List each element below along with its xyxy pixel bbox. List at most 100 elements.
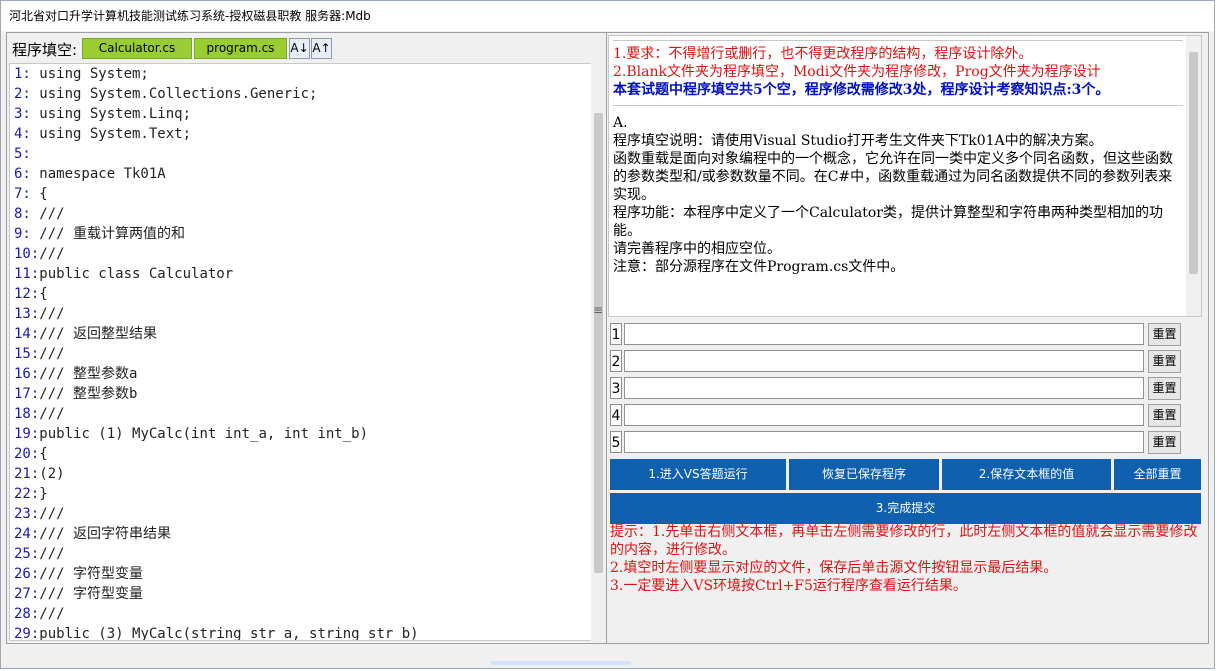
code-line[interactable]: 19:public (1) MyCalc(int int_a, int int_… — [10, 424, 591, 444]
blank-number: 4 — [610, 404, 622, 426]
instructions-scrollbar-thumb[interactable] — [1189, 52, 1198, 274]
line-number: 9: — [14, 226, 31, 242]
code-editor[interactable]: 1: using System; 2: using System.Collecti… — [9, 63, 592, 641]
code-line[interactable]: 18:/// — [10, 404, 591, 424]
code-text: public class Calculator — [39, 266, 234, 282]
reset-button-5[interactable]: 重置 — [1148, 431, 1181, 454]
code-text: { — [39, 446, 48, 462]
code-text: /// 字符型变量 — [39, 566, 144, 582]
line-number: 4: — [14, 126, 31, 142]
code-line[interactable]: 6: namespace Tk01A — [10, 164, 591, 184]
code-line[interactable]: 3: using System.Linq; — [10, 104, 591, 124]
code-text: /// 重载计算两值的和 — [30, 226, 186, 242]
reset-button-4[interactable]: 重置 — [1148, 404, 1181, 427]
line-number: 24: — [14, 526, 40, 542]
code-line[interactable]: 12:{ — [10, 284, 591, 304]
instructions-scrollbar[interactable] — [1186, 36, 1201, 316]
hints: 提示：1.先单击右侧文本框，再单击左侧需要修改的行，此时左侧文本框的值就会显示需… — [610, 523, 1202, 595]
code-text: } — [39, 486, 48, 502]
save-values-button[interactable]: 2.保存文本框的值 — [942, 459, 1111, 490]
code-text: /// 字符型变量 — [39, 586, 144, 602]
blank-input-1[interactable] — [624, 323, 1144, 345]
line-number: 29: — [14, 626, 40, 641]
code-text: using System; — [30, 66, 149, 82]
line-number: 2: — [14, 86, 31, 102]
instruction-paragraph: 函数重载是面向对象编程中的一个概念，它允许在同一类中定义多个同名函数，但这些函数… — [613, 151, 1173, 203]
requirement-1: 1.要求：不得增行或删行，也不得更改程序的结构，程序设计除外。 — [613, 46, 1033, 62]
hint-2: 2.填空时左侧要显示对应的文件，保存后单击源文件按钮显示最后结果。 — [610, 560, 1058, 576]
reset-button-3[interactable]: 重置 — [1148, 377, 1181, 400]
enter-vs-button[interactable]: 1.进入VS答题运行 — [610, 459, 786, 490]
code-text: namespace Tk01A — [30, 166, 166, 182]
code-line[interactable]: 24:/// 返回字符串结果 — [10, 524, 591, 544]
code-line[interactable]: 7: { — [10, 184, 591, 204]
code-line[interactable]: 29:public (3) MyCalc(string str_a, strin… — [10, 624, 591, 641]
code-line[interactable]: 10:/// — [10, 244, 591, 264]
line-number: 11: — [14, 266, 40, 282]
code-line[interactable]: 9: /// 重载计算两值的和 — [10, 224, 591, 244]
client-area: 程序填空: Calculator.cs program.cs A↓ A↑ 1: … — [6, 32, 1209, 644]
blank-number: 2 — [610, 350, 622, 372]
submit-button[interactable]: 3.完成提交 — [610, 493, 1201, 524]
blank-row-5: 5 重置 — [610, 431, 1182, 454]
blank-input-3[interactable] — [624, 377, 1144, 399]
line-number: 1: — [14, 66, 31, 82]
code-line[interactable]: 21:(2) — [10, 464, 591, 484]
blank-row-4: 4 重置 — [610, 404, 1182, 427]
code-line[interactable]: 2: using System.Collections.Generic; — [10, 84, 591, 104]
code-text: using System.Collections.Generic; — [30, 86, 318, 102]
blank-input-5[interactable] — [624, 431, 1144, 453]
section-label: A. — [613, 115, 628, 131]
instruction-paragraph: 注意：部分源程序在文件Program.cs文件中。 — [613, 259, 905, 275]
code-line[interactable]: 4: using System.Text; — [10, 124, 591, 144]
blank-input-2[interactable] — [624, 350, 1144, 372]
blank-input-4[interactable] — [624, 404, 1144, 426]
code-line[interactable]: 23:/// — [10, 504, 591, 524]
code-text: /// 返回整型结果 — [39, 326, 158, 342]
code-line[interactable]: 17:/// 整型参数b — [10, 384, 591, 404]
code-line[interactable]: 16:/// 整型参数a — [10, 364, 591, 384]
code-line[interactable]: 13:/// — [10, 304, 591, 324]
code-scrollbar-thumb[interactable] — [594, 113, 603, 573]
reset-all-button[interactable]: 全部重置 — [1114, 459, 1201, 490]
line-number: 27: — [14, 586, 40, 602]
code-line[interactable]: 25:/// — [10, 544, 591, 564]
tab-program-cs[interactable]: program.cs — [194, 38, 287, 59]
tab-calculator-cs[interactable]: Calculator.cs — [82, 38, 192, 59]
line-number: 7: — [14, 186, 31, 202]
restore-saved-button[interactable]: 恢复已保存程序 — [789, 459, 939, 490]
reset-button-2[interactable]: 重置 — [1148, 350, 1181, 373]
line-number: 12: — [14, 286, 40, 302]
line-number: 6: — [14, 166, 31, 182]
line-number: 5: — [14, 146, 31, 162]
sort-ascending-button[interactable]: A↓ — [289, 38, 310, 59]
line-number: 16: — [14, 366, 40, 382]
code-text: public (1) MyCalc(int int_a, int int_b) — [39, 426, 369, 442]
blank-row-3: 3 重置 — [610, 377, 1182, 400]
code-text: /// 整型参数b — [39, 386, 138, 402]
app-window: 河北省对口升学计算机技能测试练习系统-授权磁县职教 服务器:Mdb 程序填空: … — [0, 0, 1215, 669]
code-line[interactable]: 11:public class Calculator — [10, 264, 591, 284]
code-text: { — [30, 186, 48, 202]
code-text: /// 返回字符串结果 — [39, 526, 172, 542]
line-number: 26: — [14, 566, 40, 582]
code-line[interactable]: 8: /// — [10, 204, 591, 224]
code-line[interactable]: 20:{ — [10, 444, 591, 464]
line-number: 25: — [14, 546, 40, 562]
code-text: /// — [39, 246, 65, 262]
code-line[interactable]: 14:/// 返回整型结果 — [10, 324, 591, 344]
code-line[interactable]: 15:/// — [10, 344, 591, 364]
line-number: 23: — [14, 506, 40, 522]
instruction-paragraph: 程序功能：本程序中定义了一个Calculator类，提供计算整型和字符串两种类型… — [613, 205, 1163, 239]
code-line[interactable]: 27:/// 字符型变量 — [10, 584, 591, 604]
reset-button-1[interactable]: 重置 — [1148, 323, 1181, 346]
code-scrollbar[interactable] — [591, 63, 606, 641]
line-number: 18: — [14, 406, 40, 422]
code-line[interactable]: 26:/// 字符型变量 — [10, 564, 591, 584]
code-line[interactable]: 5: — [10, 144, 591, 164]
code-line[interactable]: 28:/// — [10, 604, 591, 624]
sort-descending-button[interactable]: A↑ — [311, 38, 332, 59]
code-line[interactable]: 1: using System; — [10, 64, 591, 84]
code-line[interactable]: 22:} — [10, 484, 591, 504]
splitter-grip-icon[interactable]: ≡ — [593, 303, 603, 317]
